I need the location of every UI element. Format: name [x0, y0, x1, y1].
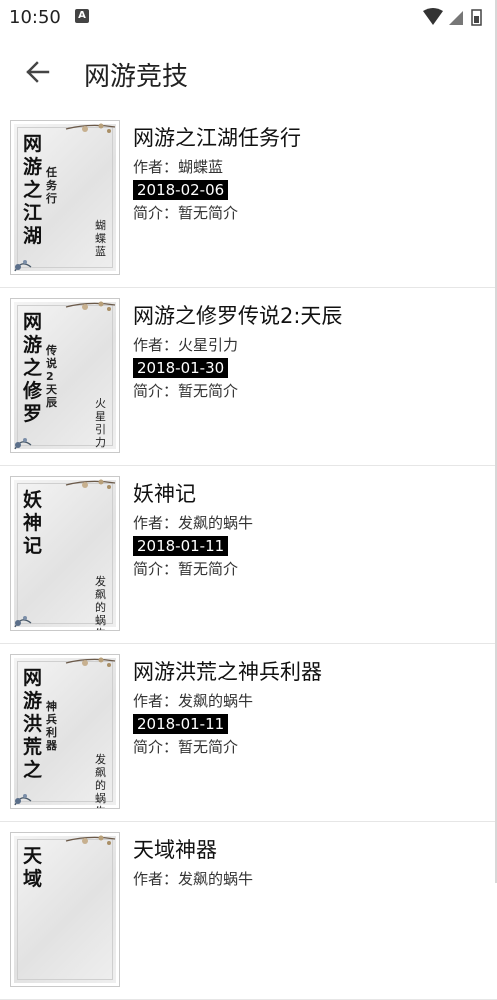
arrow-left-icon — [26, 61, 50, 83]
book-cover: 网游洪荒之 神兵利器 发飙的蜗牛 — [10, 654, 120, 809]
book-cover: 妖神记 发飙的蜗牛 — [10, 476, 120, 631]
book-intro: 简介：暂无简介 — [133, 560, 239, 578]
signal-icon — [449, 11, 463, 25]
book-date: 2018-01-11 — [133, 714, 229, 734]
cover-author: 发飙的蜗牛 — [95, 575, 106, 630]
notification-icon: A — [75, 9, 89, 23]
book-list: 网游之江湖 任务行 蝴蝶蓝 网游之江湖任务行 作者：蝴蝶蓝 2018-02-06… — [0, 110, 497, 1000]
book-title: 网游洪荒之神兵利器 — [133, 660, 322, 684]
cover-subtitle: 任务行 — [46, 166, 57, 205]
status-time: 10:50 — [9, 7, 61, 28]
book-title: 网游之修罗传说2:天辰 — [133, 304, 343, 328]
cover-author: 蝴蝶蓝 — [95, 219, 106, 258]
app-bar: 网游竞技 — [0, 34, 497, 110]
book-cover: 天域 — [10, 832, 120, 987]
cover-author: 火星引力 — [95, 397, 106, 449]
wifi-icon — [423, 8, 443, 25]
book-title: 网游之江湖任务行 — [133, 126, 301, 150]
cover-title: 天域 — [23, 845, 43, 890]
cover-title: 网游之修罗 — [23, 311, 43, 425]
book-date: 2018-01-30 — [133, 358, 229, 378]
book-author: 作者：发飙的蜗牛 — [133, 514, 254, 532]
cover-title: 网游之江湖 — [23, 133, 43, 247]
book-author: 作者：蝴蝶蓝 — [133, 158, 224, 176]
cover-subtitle: 传说2天辰 — [46, 344, 57, 409]
book-title: 天域神器 — [133, 838, 217, 862]
book-cover: 网游之江湖 任务行 蝴蝶蓝 — [10, 120, 120, 275]
book-date: 2018-02-06 — [133, 180, 229, 200]
cover-author: 发飙的蜗牛 — [95, 753, 106, 808]
book-date: 2018-01-11 — [133, 536, 229, 556]
status-icons — [423, 8, 482, 26]
cover-title: 妖神记 — [23, 489, 43, 557]
book-title: 妖神记 — [133, 482, 196, 506]
cover-subtitle: 神兵利器 — [46, 700, 57, 752]
book-list-item[interactable]: 网游之江湖 任务行 蝴蝶蓝 网游之江湖任务行 作者：蝴蝶蓝 2018-02-06… — [0, 110, 497, 288]
book-author: 作者：发飙的蜗牛 — [133, 692, 254, 710]
cover-title: 网游洪荒之 — [23, 667, 43, 781]
book-author: 作者：火星引力 — [133, 336, 239, 354]
book-intro: 简介：暂无简介 — [133, 204, 239, 222]
book-list-item[interactable]: 网游之修罗 传说2天辰 火星引力 网游之修罗传说2:天辰 作者：火星引力 201… — [0, 288, 497, 466]
book-intro: 简介：暂无简介 — [133, 738, 239, 756]
book-cover: 网游之修罗 传说2天辰 火星引力 — [10, 298, 120, 453]
book-author: 作者：发飙的蜗牛 — [133, 870, 254, 888]
book-list-item[interactable]: 天域 天域神器 作者：发飙的蜗牛 — [0, 822, 497, 1000]
back-button[interactable] — [18, 54, 58, 90]
status-bar: 10:50 A — [0, 0, 497, 34]
book-list-item[interactable]: 网游洪荒之 神兵利器 发飙的蜗牛 网游洪荒之神兵利器 作者：发飙的蜗牛 2018… — [0, 644, 497, 822]
book-list-item[interactable]: 妖神记 发飙的蜗牛 妖神记 作者：发飙的蜗牛 2018-01-11 简介：暂无简… — [0, 466, 497, 644]
book-intro: 简介：暂无简介 — [133, 382, 239, 400]
page-title: 网游竞技 — [84, 62, 189, 92]
